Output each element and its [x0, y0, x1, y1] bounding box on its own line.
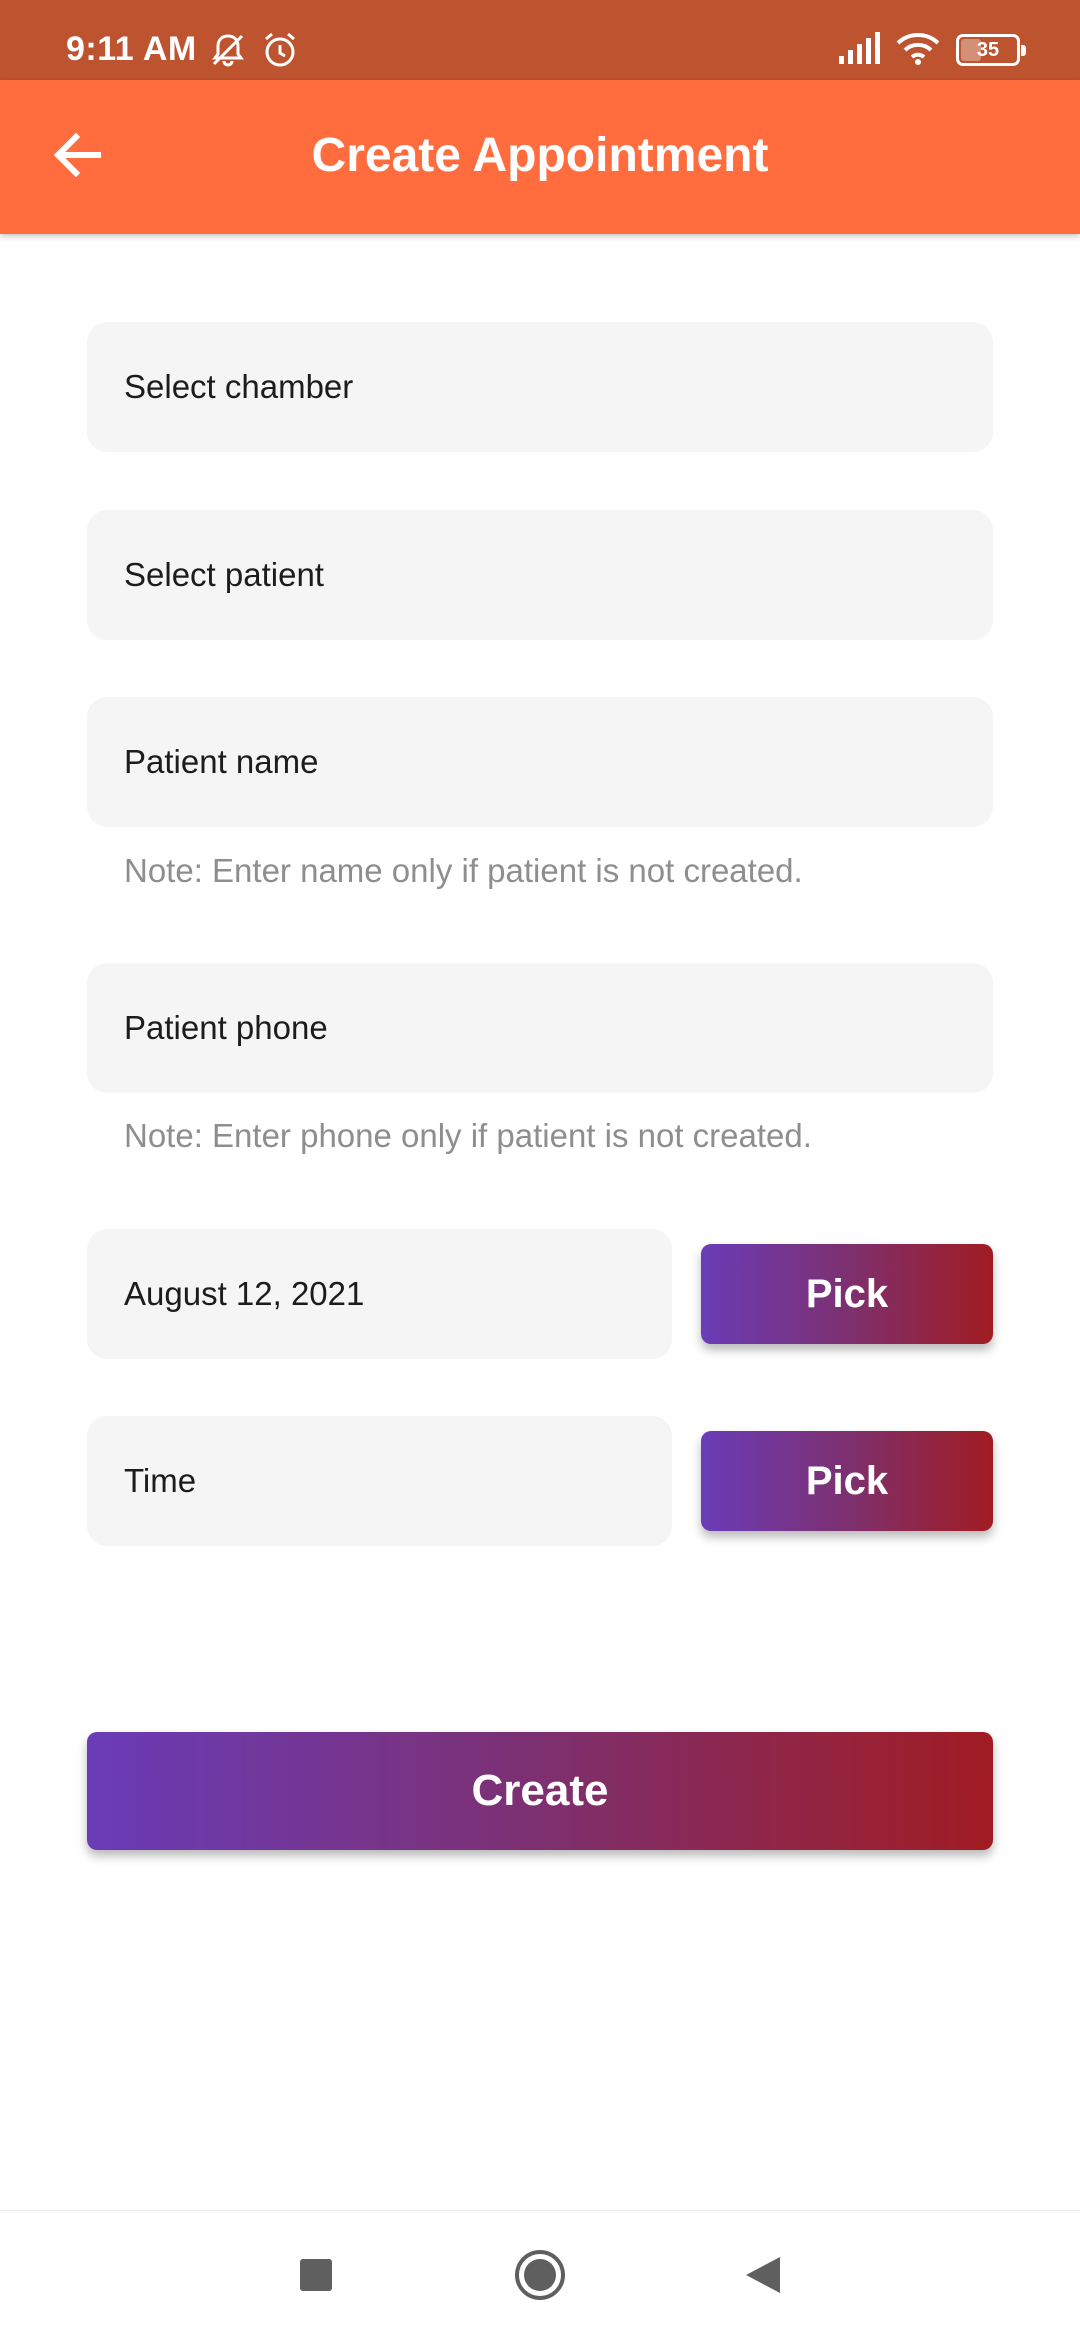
patient-phone-placeholder: Patient phone — [124, 1009, 328, 1046]
date-field[interactable]: August 12, 2021 — [87, 1229, 672, 1359]
patient-phone-note: Note: Enter phone only if patient is not… — [124, 1117, 812, 1154]
patient-name-note: Note: Enter name only if patient is not … — [124, 852, 803, 889]
battery-icon: 35 — [956, 34, 1026, 66]
create-button[interactable]: Create — [87, 1732, 993, 1850]
time-placeholder: Time — [124, 1462, 197, 1499]
recents-square-icon — [299, 2258, 333, 2297]
patient-phone-field[interactable]: Patient phone — [87, 963, 993, 1093]
patient-name-field[interactable]: Patient name — [87, 697, 993, 827]
battery-level: 35 — [976, 38, 1000, 61]
page-title: Create Appointment — [311, 129, 769, 182]
alarm-icon — [260, 30, 300, 70]
pick-date-button[interactable]: Pick — [701, 1244, 993, 1344]
date-value: August 12, 2021 — [124, 1275, 365, 1312]
status-bar: 9:11 AM 35 — [0, 0, 1080, 80]
select-chamber-dropdown[interactable]: Select chamber — [87, 322, 993, 452]
status-time: 9:11 AM — [66, 30, 197, 68]
app-bar: Create Appointment — [0, 80, 1080, 234]
select-patient-dropdown[interactable]: Select patient — [87, 510, 993, 640]
pick-time-button[interactable]: Pick — [701, 1431, 993, 1531]
signal-icon — [838, 31, 880, 69]
back-triangle-icon — [744, 2255, 782, 2300]
bell-off-icon — [208, 30, 248, 70]
home-button[interactable] — [510, 2247, 570, 2307]
select-chamber-label: Select chamber — [124, 368, 354, 405]
home-circle-icon — [514, 2249, 566, 2306]
nav-back-button[interactable] — [733, 2247, 793, 2307]
select-patient-label: Select patient — [124, 556, 324, 593]
recents-button[interactable] — [286, 2247, 346, 2307]
time-field[interactable]: Time — [87, 1416, 672, 1546]
patient-name-placeholder: Patient name — [124, 743, 319, 780]
wifi-icon — [896, 31, 940, 70]
system-nav-bar — [0, 2210, 1080, 2340]
